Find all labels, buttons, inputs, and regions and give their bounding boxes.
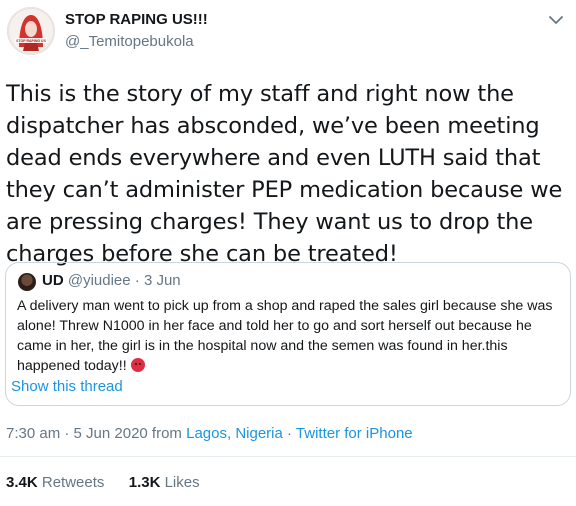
chevron-down-icon (549, 15, 563, 24)
tweet-text: This is the story of my staff and right … (6, 81, 563, 267)
tweet-meta: 7:30 am · 5 Jun 2020 from Lagos, Nigeria… (6, 425, 413, 442)
quoted-text-body: A delivery man went to pick up from a sh… (17, 298, 553, 374)
location-link[interactable]: Lagos, Nigeria (186, 425, 283, 442)
avatar-caption: STOP RAPING US (16, 39, 46, 43)
engagement-stats: 3.4K Retweets 1.3K Likes (6, 474, 200, 491)
likes-label: Likes (164, 474, 200, 491)
quoted-separator: · (134, 272, 140, 289)
more-options-button[interactable] (546, 10, 566, 30)
quoted-handle[interactable]: @yiudiee (68, 272, 131, 289)
likes-count: 1.3K (128, 474, 161, 491)
tweet-time-date[interactable]: 7:30 am · 5 Jun 2020 from (6, 425, 186, 442)
author-display-name[interactable]: STOP RAPING US!!! (65, 11, 208, 28)
meta-divider (0, 456, 576, 457)
angry-face-emoji-icon (130, 358, 145, 372)
retweets-label: Retweets (41, 474, 105, 491)
retweets-stat[interactable]: 3.4K Retweets (6, 474, 104, 491)
quoted-text: A delivery man went to pick up from a sh… (17, 296, 565, 376)
author-avatar[interactable]: STOP RAPING US (7, 7, 55, 55)
quoted-date[interactable]: 3 Jun (144, 272, 181, 289)
retweets-count: 3.4K (6, 474, 38, 491)
quoted-display-name[interactable]: UD (42, 272, 64, 289)
profile-photo-avatar-icon: STOP RAPING US (7, 7, 55, 55)
likes-stat[interactable]: 1.3K Likes (129, 474, 200, 491)
show-this-thread-link[interactable]: Show this thread (11, 378, 123, 395)
meta-separator: · (282, 425, 296, 442)
author-handle[interactable]: @_Temitopebukola (65, 33, 194, 50)
source-link[interactable]: Twitter for iPhone (296, 425, 413, 442)
quoted-author-avatar[interactable] (18, 273, 36, 291)
quoted-header: UD @yiudiee · 3 Jun (42, 272, 181, 289)
